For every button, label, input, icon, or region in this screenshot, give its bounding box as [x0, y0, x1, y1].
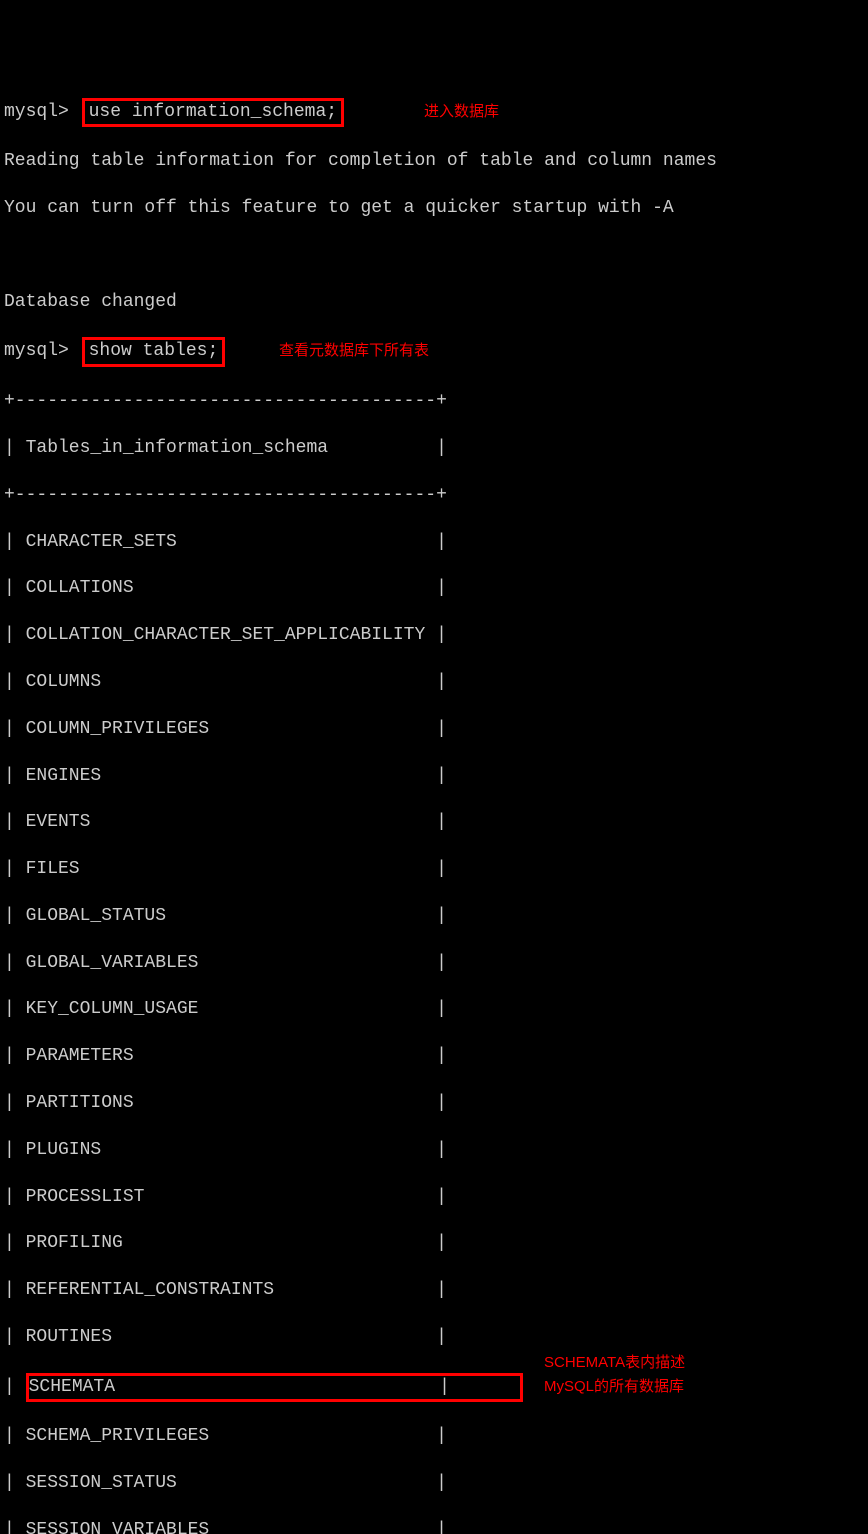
table-row: | PLUGINS |: [4, 1139, 864, 1162]
table-row: | GLOBAL_VARIABLES |: [4, 952, 864, 975]
table-row: | KEY_COLUMN_USAGE |: [4, 998, 864, 1021]
command-use-db: use information_schema;: [82, 98, 344, 127]
table-row-schemata: | SCHEMATA |SCHEMATA表内描述MySQL的所有数据库: [4, 1373, 864, 1402]
table-row: | CHARACTER_SETS |: [4, 531, 864, 554]
annotation-schemata-2: MySQL的所有数据库: [544, 1377, 684, 1397]
table-row: | ROUTINES |: [4, 1326, 864, 1349]
table-row: | COLUMNS |: [4, 671, 864, 694]
mysql-prompt[interactable]: mysql>: [4, 102, 69, 122]
table-row: | COLLATION_CHARACTER_SET_APPLICABILITY …: [4, 624, 864, 647]
table-row: | PARAMETERS |: [4, 1045, 864, 1068]
command-line-2: mysql> show tables; 查看元数据库下所有表: [4, 337, 864, 366]
table-row: | SESSION_VARIABLES |: [4, 1519, 864, 1534]
output-db-changed: Database changed: [4, 291, 864, 314]
table-row: | SCHEMA_PRIVILEGES |: [4, 1425, 864, 1448]
table-row: | ENGINES |: [4, 765, 864, 788]
command-line-1: mysql> use information_schema; 进入数据库: [4, 98, 864, 127]
table-row: | FILES |: [4, 858, 864, 881]
schemata-highlight: SCHEMATA |: [26, 1373, 523, 1402]
table-row: | SESSION_STATUS |: [4, 1472, 864, 1495]
blank-line: [4, 244, 864, 267]
table-row: | COLUMN_PRIVILEGES |: [4, 718, 864, 741]
table-row: | PROCESSLIST |: [4, 1186, 864, 1209]
output-turnoff: You can turn off this feature to get a q…: [4, 197, 864, 220]
output-reading: Reading table information for completion…: [4, 150, 864, 173]
table-row: | COLLATIONS |: [4, 577, 864, 600]
annotation-schemata-1: SCHEMATA表内描述: [544, 1353, 685, 1373]
command-show-tables: show tables;: [82, 337, 226, 366]
table-row: | REFERENTIAL_CONSTRAINTS |: [4, 1279, 864, 1302]
row-pipe-left: |: [4, 1377, 26, 1397]
table-divider-top: +---------------------------------------…: [4, 390, 864, 413]
table-row: | PROFILING |: [4, 1232, 864, 1255]
annotation-enter-db: 进入数据库: [424, 102, 499, 122]
table-divider-mid: +---------------------------------------…: [4, 484, 864, 507]
table-row: | EVENTS |: [4, 811, 864, 834]
table-row: | GLOBAL_STATUS |: [4, 905, 864, 928]
table-header: | Tables_in_information_schema |: [4, 437, 864, 460]
table-row: | PARTITIONS |: [4, 1092, 864, 1115]
mysql-prompt[interactable]: mysql>: [4, 341, 69, 361]
annotation-show-tables: 查看元数据库下所有表: [279, 341, 429, 361]
